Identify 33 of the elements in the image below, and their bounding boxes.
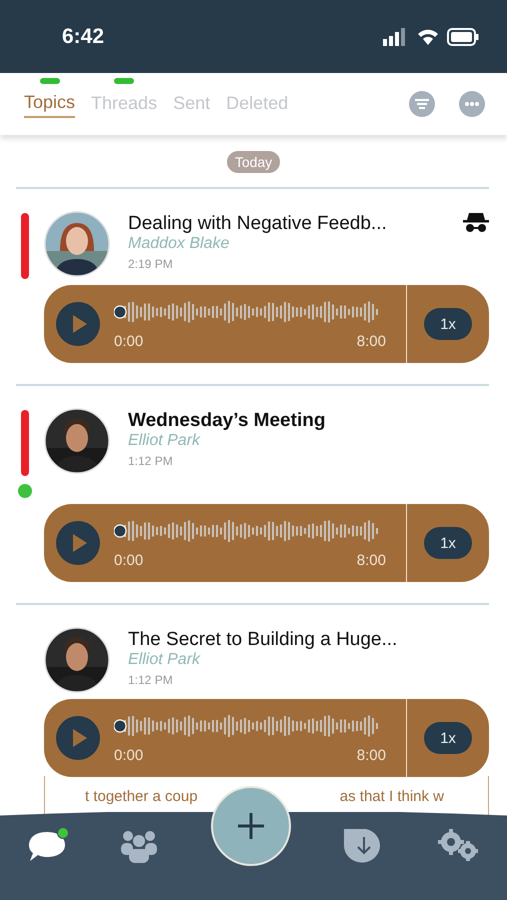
topic-title[interactable]: Dealing with Negative Feedb... [128,213,453,235]
speed-button[interactable]: 1x [424,308,472,340]
battery-icon [447,28,479,46]
message-time: 2:19 PM [128,257,174,271]
status-time: 6:42 [62,24,104,48]
speed-button[interactable]: 1x [424,722,472,754]
play-button[interactable] [56,716,100,760]
current-time: 0:00 [114,552,144,568]
author-name: Elliot Park [128,651,202,669]
settings-icon[interactable] [436,829,480,863]
preview-text: t together a coup [85,788,198,805]
topic-title[interactable]: The Secret to Building a Huge... [128,629,489,651]
current-time: 0:00 [114,332,144,350]
author-name: Elliot Park [128,432,202,450]
duration: 8:00 [356,552,386,568]
topic-title[interactable]: Wednesday’s Meeting [128,410,489,432]
duration: 8:00 [356,332,386,350]
current-time: 0:00 [114,746,144,764]
chat-icon[interactable] [26,830,66,862]
group-icon[interactable] [120,829,158,863]
tab[interactable]: Topics [24,90,76,118]
wifi-icon [417,28,439,46]
author-name: Maddox Blake [128,235,230,253]
speed-button[interactable]: 1x [424,527,472,559]
date-label: Today [226,151,280,173]
preview-text: as that I think w [340,788,444,805]
message-time: 1:12 PM [128,454,174,468]
message-time: 1:12 PM [128,673,174,687]
filter-icon[interactable] [409,91,435,117]
play-button[interactable] [56,521,100,565]
play-button[interactable] [56,302,100,346]
more-icon[interactable] [459,91,485,117]
duration: 8:00 [356,746,386,764]
